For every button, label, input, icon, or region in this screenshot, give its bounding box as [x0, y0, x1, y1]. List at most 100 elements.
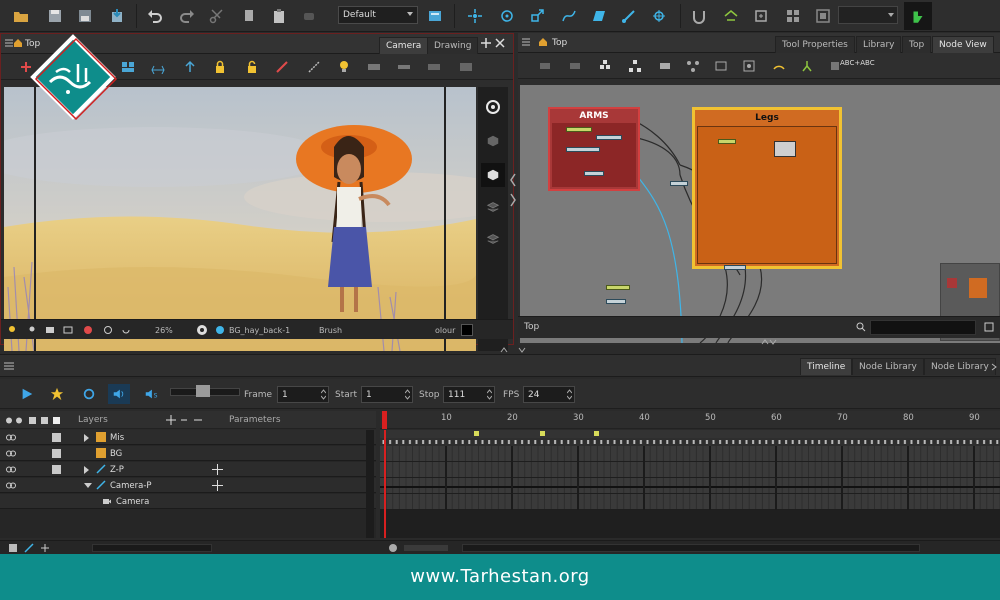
safe-area-icon[interactable]	[812, 5, 834, 27]
tab-tool-properties[interactable]: Tool Properties	[775, 36, 855, 53]
stop-field[interactable]: 111	[443, 386, 495, 403]
legs-drawing-node[interactable]	[718, 139, 736, 144]
colour-swatch-dropdown[interactable]	[838, 6, 898, 24]
start-field[interactable]: 1	[361, 386, 413, 403]
node-nav-alt-icon[interactable]	[568, 59, 582, 73]
add-drawing-icon[interactable]	[40, 543, 50, 553]
sound-scrub-icon[interactable]: S	[140, 384, 162, 404]
node-graph-canvas[interactable]: ARMS Legs	[520, 85, 1000, 343]
signal-icon[interactable]	[772, 59, 786, 73]
add-tab-icon[interactable]	[481, 38, 491, 48]
paste-icon[interactable]	[268, 5, 290, 27]
unlock-icon[interactable]	[245, 60, 259, 74]
arms-composite-node[interactable]	[596, 135, 622, 140]
arms-drawing-node[interactable]	[566, 127, 592, 132]
save-icon[interactable]	[44, 5, 66, 27]
camera-viewport[interactable]	[4, 87, 476, 351]
gear-icon[interactable]	[195, 323, 209, 337]
pin-icon[interactable]	[27, 325, 37, 335]
node-search-input[interactable]	[870, 320, 976, 335]
site-url[interactable]: www.Tarhestan.org	[0, 566, 1000, 587]
eye-icon[interactable]	[6, 482, 16, 489]
curve-icon[interactable]	[558, 5, 580, 27]
render-view-icon[interactable]	[481, 95, 505, 119]
arms-peg-node[interactable]	[566, 147, 600, 152]
legs-composite-node[interactable]	[774, 141, 796, 157]
playback-speed-knob[interactable]	[196, 385, 210, 397]
open-folder-icon[interactable]	[10, 5, 32, 27]
loose-drawing-node[interactable]	[606, 285, 630, 290]
layer-lock-toggle[interactable]	[52, 433, 61, 442]
onion-skin-icon[interactable]	[720, 5, 742, 27]
tab-node-library-2[interactable]: Node Library	[924, 358, 996, 375]
panel-menu-icon[interactable]	[522, 38, 530, 46]
brightness-icon[interactable]	[103, 325, 113, 335]
undo-icon[interactable]	[144, 5, 166, 27]
display-icon[interactable]	[742, 59, 756, 73]
navigator-icon[interactable]	[984, 322, 994, 332]
transform-icon[interactable]	[464, 5, 486, 27]
bone-icon[interactable]	[618, 5, 640, 27]
reset-view-icon[interactable]	[121, 325, 131, 335]
scale-icon[interactable]	[526, 5, 548, 27]
resize-icon[interactable]	[151, 60, 165, 74]
layer-row-bg[interactable]: BG	[0, 446, 376, 461]
panel-resize-arrows-icon[interactable]	[760, 338, 778, 346]
layer-lock-toggle[interactable]	[52, 465, 61, 474]
play-selection-icon[interactable]	[46, 384, 68, 404]
fork-icon[interactable]	[800, 59, 814, 73]
camera-mask-icon[interactable]	[63, 325, 73, 335]
zoom-out-icon[interactable]	[388, 543, 398, 553]
frame-field[interactable]: 1	[277, 386, 329, 403]
layout-icon[interactable]	[121, 60, 135, 74]
arms-output-node[interactable]	[584, 171, 604, 176]
stack-icon[interactable]	[481, 195, 505, 219]
grid-icon[interactable]	[782, 5, 804, 27]
spinner-arrows-icon[interactable]	[405, 389, 410, 400]
network-icon[interactable]	[686, 59, 700, 73]
layer-row-camera-p[interactable]: Camera-P	[0, 478, 376, 493]
eye-icon[interactable]	[6, 434, 16, 441]
tab-library[interactable]: Library	[856, 36, 902, 53]
panel-menu-icon[interactable]	[4, 362, 14, 370]
import-icon[interactable]	[106, 5, 128, 27]
pencil-tool-icon[interactable]	[904, 2, 932, 30]
top-peg-node[interactable]	[670, 181, 688, 186]
spinner-arrows-icon[interactable]	[567, 389, 572, 400]
delete-icon[interactable]	[298, 5, 320, 27]
node-nav-icon[interactable]	[538, 59, 552, 73]
3d-view-icon[interactable]	[481, 129, 505, 153]
layer-column-toggles-icon[interactable]	[5, 416, 65, 425]
loop-icon[interactable]	[78, 384, 100, 404]
timeline-zoom-slider[interactable]	[404, 545, 448, 551]
rotate-icon[interactable]	[496, 5, 518, 27]
timeline-horizontal-scrollbar[interactable]	[462, 544, 920, 552]
magnet-icon[interactable]	[688, 5, 710, 27]
panel-resize-arrows-icon[interactable]	[498, 346, 538, 354]
save-as-icon[interactable]	[74, 5, 96, 27]
eye-icon[interactable]	[6, 466, 16, 473]
workspace-layout-dropdown[interactable]: Default	[338, 6, 418, 24]
play-icon[interactable]	[16, 384, 38, 404]
exposure-grid[interactable]	[380, 430, 1000, 538]
panel-collapse-arrows-icon[interactable]	[508, 170, 518, 210]
mirror-icon[interactable]	[427, 60, 441, 74]
fps-field[interactable]: 24	[523, 386, 575, 403]
light-bulb-icon[interactable]	[337, 60, 351, 74]
flip-icon[interactable]	[397, 60, 411, 74]
color-wheel-icon[interactable]	[83, 325, 93, 335]
redo-icon[interactable]	[176, 5, 198, 27]
pivot-icon[interactable]	[648, 5, 670, 27]
spinner-arrows-icon[interactable]	[321, 389, 326, 400]
chevron-right-icon[interactable]	[84, 434, 89, 442]
tab-node-library[interactable]: Node Library	[852, 358, 924, 375]
add-layer-icon[interactable]	[8, 543, 18, 553]
add-peg-icon[interactable]	[598, 59, 612, 73]
workspace-manager-icon[interactable]	[424, 5, 446, 27]
eye-icon[interactable]	[6, 450, 16, 457]
close-icon[interactable]	[495, 38, 505, 48]
hierarchy-icon[interactable]	[628, 59, 642, 73]
cut-icon[interactable]	[206, 5, 228, 27]
tab-drawing[interactable]: Drawing	[427, 37, 479, 54]
lock-icon[interactable]	[213, 60, 227, 74]
